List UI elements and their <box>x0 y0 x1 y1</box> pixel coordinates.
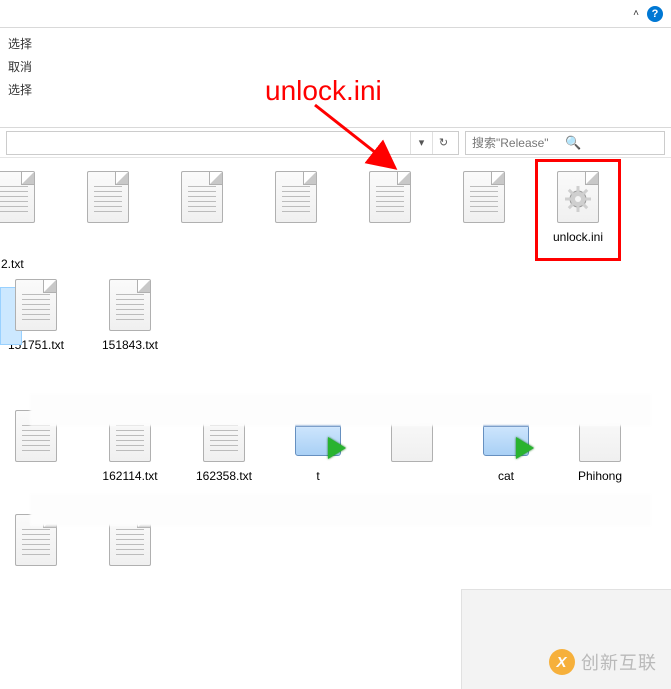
file-item[interactable] <box>452 170 516 250</box>
file-label: cat <box>498 469 514 485</box>
refresh-icon[interactable]: ↻ <box>432 132 454 154</box>
ribbon-item[interactable]: 取消 <box>4 55 36 78</box>
footer-strip <box>461 589 671 689</box>
address-dropdown-icon[interactable]: ▾ <box>410 132 432 154</box>
help-icon[interactable]: ? <box>647 6 663 22</box>
text-file-icon <box>0 170 37 224</box>
title-bar: ˄ ? <box>0 0 671 28</box>
file-item[interactable] <box>0 170 46 250</box>
file-item[interactable]: unlock.ini <box>546 170 610 250</box>
file-label: unlock.ini <box>553 230 603 246</box>
play-overlay-icon <box>328 437 346 459</box>
address-bar[interactable]: ▾ ↻ <box>6 131 459 155</box>
search-input[interactable]: 搜索"Release" 🔍 <box>465 131 665 155</box>
ribbon-group-select: 选择 取消 选择 <box>0 32 36 123</box>
play-overlay-icon <box>516 437 534 459</box>
gear-icon <box>565 186 591 212</box>
ribbon-item[interactable]: 选择 <box>4 78 36 101</box>
file-item[interactable] <box>264 170 328 250</box>
file-label: 162114.txt <box>102 469 157 485</box>
text-file-icon <box>179 170 225 224</box>
file-label: Phihong <box>578 469 622 485</box>
text-file-icon <box>13 278 59 332</box>
file-item[interactable] <box>76 170 140 250</box>
file-label: 151843.txt <box>102 338 158 354</box>
cropped-label: 2.txt <box>1 257 24 271</box>
text-file-icon <box>107 278 153 332</box>
ribbon-item[interactable]: 选择 <box>4 32 36 55</box>
text-file-icon <box>273 170 319 224</box>
redaction-smudge <box>30 394 651 426</box>
text-file-icon <box>461 170 507 224</box>
file-item[interactable]: 151843.txt <box>98 278 162 354</box>
text-file-icon <box>367 170 413 224</box>
search-icon[interactable]: 🔍 <box>565 135 658 151</box>
ini-file-icon <box>555 170 601 224</box>
collapse-ribbon-icon[interactable]: ˄ <box>631 6 641 21</box>
file-item[interactable] <box>358 170 422 250</box>
file-item[interactable] <box>170 170 234 250</box>
file-label: t <box>316 469 319 485</box>
text-file-icon <box>85 170 131 224</box>
file-label: 162358.txt <box>196 469 252 485</box>
redaction-smudge <box>30 494 651 526</box>
address-row: ▾ ↻ 搜索"Release" 🔍 <box>0 128 671 158</box>
ribbon: 选择 取消 选择 <box>0 28 671 128</box>
search-placeholder: 搜索"Release" <box>472 134 565 151</box>
